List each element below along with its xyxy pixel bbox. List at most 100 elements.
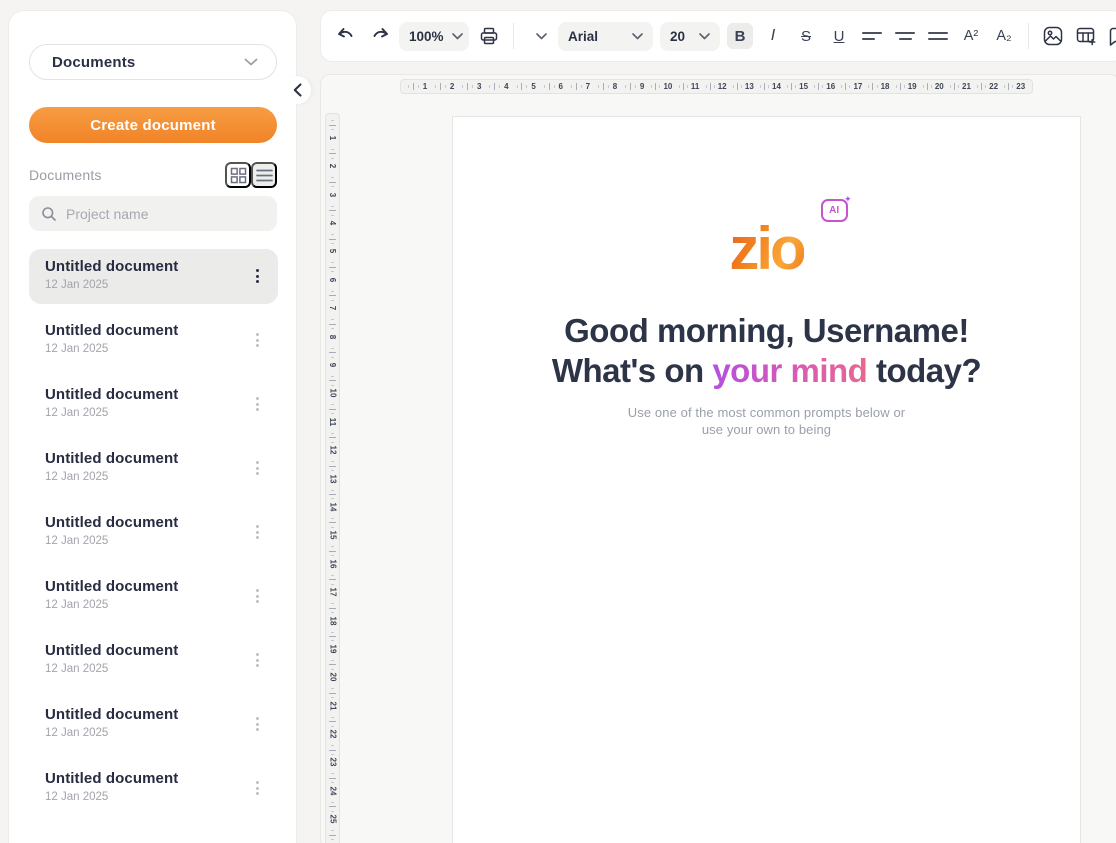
document-title: Untitled document [45,514,240,531]
align-left-icon [862,32,882,40]
ruler-unit: 22 [328,713,337,741]
chevron-down-icon [699,33,710,40]
document-date: 12 Jan 2025 [45,535,240,547]
document-title: Untitled document [45,386,240,403]
document-list-item[interactable]: Untitled document 12 Jan 2025 [29,761,278,816]
document-menu-button[interactable] [248,327,266,353]
ruler-unit: 12 [328,429,337,457]
chevron-down-icon [244,58,258,66]
workspace-dropdown[interactable]: Documents [29,44,277,80]
chevron-down-icon [536,33,547,40]
insert-table-button[interactable] [1073,23,1099,49]
greeting-line2-suffix: today? [867,352,981,389]
document-title: Untitled document [45,770,240,787]
chevron-down-icon [452,33,463,40]
document-list-item[interactable]: Untitled document 12 Jan 2025 [29,313,278,368]
text-color-select[interactable] [525,23,551,49]
document-menu-button[interactable] [248,647,266,673]
horizontal-ruler: 1234567891011121314151617181920212223 [400,79,1033,94]
ruler-unit: 1 [404,83,431,91]
documents-list-header: Documents [29,162,277,188]
document-date: 12 Jan 2025 [45,791,240,803]
underline-button[interactable]: U [826,23,852,49]
undo-button[interactable] [333,23,359,49]
workspace-dropdown-label: Documents [52,54,135,71]
ruler-unit: 24 [328,770,337,798]
document-title: Untitled document [45,578,240,595]
document-date: 12 Jan 2025 [45,727,240,739]
document-title: Untitled document [45,642,240,659]
ruler-unit: 10 [328,373,337,401]
align-left-button[interactable] [859,23,885,49]
ai-sparkle-icon: ✦ [844,194,852,205]
document-list-item[interactable]: Untitled document 12 Jan 2025 [29,441,278,496]
redo-button[interactable] [366,23,392,49]
document-list-item[interactable]: Untitled document 12 Jan 2025 [29,633,278,688]
zoom-select[interactable]: 100% [399,22,469,51]
documents-list-header-label: Documents [29,167,225,183]
document-title: Untitled document [45,450,240,467]
ruler-unit: 21 [947,83,974,91]
ruler-unit: 7 [329,287,336,315]
font-family-select[interactable]: Arial [558,22,653,51]
ai-badge-label: AI [829,205,839,216]
search-box [29,196,277,231]
document-list-item[interactable]: Untitled document 12 Jan 2025 [29,569,278,624]
search-input[interactable] [66,206,265,222]
superscript-icon: A² [964,28,979,44]
list-view-button[interactable] [251,162,277,188]
superscript-button[interactable]: A² [958,23,984,49]
ruler-unit: 18 [328,600,337,628]
create-document-button[interactable]: Create document [29,107,277,143]
greeting-highlight: your mind [712,352,867,389]
print-button[interactable] [476,23,502,49]
editor-canvas: 1234567891011121314151617181920212223 12… [320,74,1116,843]
greeting-heading: Good morning, Username! What's on your m… [453,311,1080,391]
font-size-value: 20 [670,29,685,44]
document-date: 12 Jan 2025 [45,343,240,355]
document-list-item[interactable]: Untitled document 12 Jan 2025 [29,697,278,752]
greeting-line2-prefix: What's on [552,352,713,389]
document-menu-button[interactable] [248,583,266,609]
vertical-ruler: 1234567891011121314151617181920212223242… [325,113,340,843]
document-page[interactable]: zio AI ✦ Good morning, Username! What's … [452,116,1081,843]
document-menu-button[interactable] [248,711,266,737]
toolbar-divider [1028,23,1029,49]
document-list-item[interactable]: Untitled document 12 Jan 2025 [29,505,278,560]
list-view-icon [256,169,273,182]
collapse-sidebar-button[interactable] [283,76,311,104]
document-menu-button[interactable] [248,455,266,481]
ruler-unit: 14 [328,486,337,514]
ruler-unit: 15 [328,514,337,542]
font-size-select[interactable]: 20 [660,22,720,51]
comment-button[interactable] [1106,23,1116,49]
document-menu-button[interactable] [248,391,266,417]
subtitle-line1: Use one of the most common prompts below… [628,405,905,420]
document-menu-button[interactable] [248,263,266,289]
ruler-unit: 8 [594,83,621,91]
document-menu-button[interactable] [248,519,266,545]
align-center-button[interactable] [892,23,918,49]
redo-icon [369,27,390,45]
italic-button[interactable]: I [760,23,786,49]
strikethrough-button[interactable]: S [793,23,819,49]
printer-icon [479,26,499,46]
underline-icon: U [834,28,845,45]
ruler-unit: 16 [328,543,337,571]
document-list-item[interactable]: Untitled document 12 Jan 2025 [29,377,278,432]
subscript-button[interactable]: A₂ [991,23,1017,49]
insert-image-button[interactable] [1040,23,1066,49]
grid-view-button[interactable] [225,162,251,188]
ruler-unit: 20 [328,656,337,684]
ruler-unit: 23 [328,742,337,770]
toolbar-divider [513,23,514,49]
align-right-button[interactable] [925,23,951,49]
ruler-unit: 25 [328,798,337,826]
ruler-unit: 4 [485,83,512,91]
document-list-item[interactable]: Untitled document 12 Jan 2025 [29,249,278,304]
ruler-unit: 19 [328,628,337,656]
bold-button[interactable]: B [727,23,753,49]
align-right-icon [928,32,948,40]
italic-icon: I [771,27,775,45]
document-menu-button[interactable] [248,775,266,801]
